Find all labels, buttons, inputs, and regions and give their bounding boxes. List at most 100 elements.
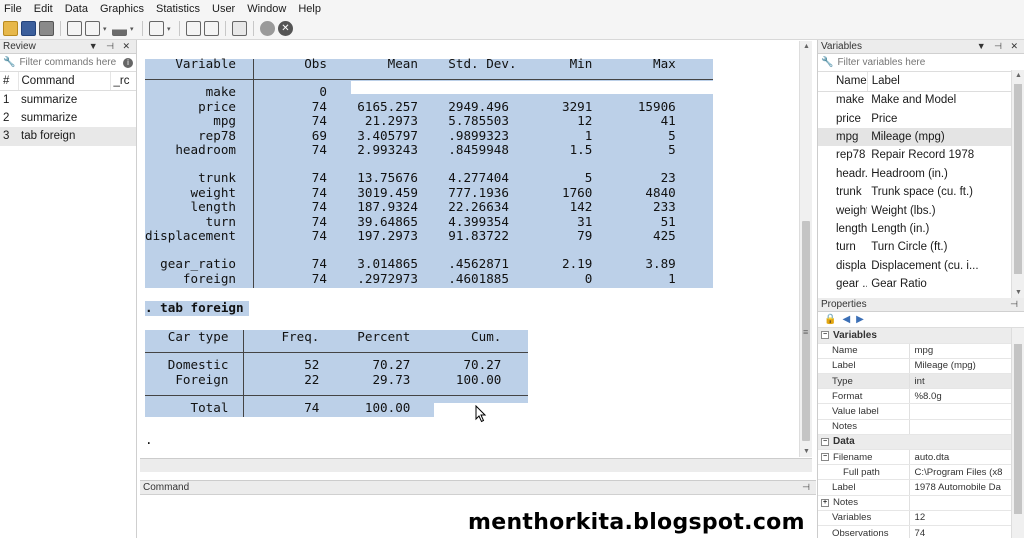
property-row[interactable]: Type int (818, 373, 1011, 390)
forward-arrow-icon[interactable]: ▶ (856, 314, 864, 325)
variable-label[interactable]: Repair Record 1978 (867, 146, 1011, 164)
menu-help[interactable]: Help (298, 3, 321, 15)
variable-label[interactable]: Weight (lbs.) (867, 201, 1011, 219)
property-row[interactable]: − Filename auto.dta (818, 449, 1011, 466)
property-row[interactable]: Label 1978 Automobile Da (818, 479, 1011, 496)
variables-scrollbar[interactable]: ▲ ▼ (1011, 70, 1024, 298)
collapse-icon[interactable]: − (821, 437, 829, 446)
section-data[interactable]: − Data (818, 434, 1011, 451)
save-icon[interactable] (21, 21, 36, 36)
col-header-rc[interactable]: _rc (110, 72, 136, 91)
variable-label[interactable]: Headroom (in.) (867, 165, 1011, 183)
property-row[interactable]: + Notes (818, 495, 1011, 511)
variable-label[interactable]: Turn Circle (ft.) (867, 238, 1011, 256)
chevron-down-icon[interactable]: ▾ (103, 25, 109, 33)
pin-icon[interactable]: ⊣ (802, 482, 813, 493)
property-value[interactable] (909, 495, 1011, 511)
review-row-command[interactable]: summarize (18, 90, 110, 109)
variable-name[interactable]: rep78 (818, 146, 867, 164)
log-icon[interactable] (67, 21, 82, 36)
scroll-down-icon[interactable]: ▼ (803, 448, 810, 455)
expand-icon[interactable]: + (821, 498, 829, 507)
col-header-label[interactable]: Label (866, 72, 1011, 92)
menu-statistics[interactable]: Statistics (156, 3, 200, 15)
property-row[interactable]: Label Mileage (mpg) (818, 358, 1011, 375)
menu-data[interactable]: Data (65, 3, 88, 15)
variable-label[interactable]: Length (in.) (867, 220, 1011, 238)
menu-graphics[interactable]: Graphics (100, 3, 144, 15)
panel-controls[interactable]: ▼ ⊣ ✕ (977, 41, 1021, 52)
review-filter-input[interactable] (19, 57, 119, 68)
variable-name[interactable]: weight (818, 201, 867, 219)
chevron-down-icon[interactable]: ▾ (130, 25, 136, 33)
variable-name[interactable]: turn (818, 238, 867, 256)
section-variables[interactable]: − Variables (818, 328, 1011, 344)
open-folder-icon[interactable] (3, 21, 18, 36)
scroll-up-icon[interactable]: ▲ (1015, 72, 1022, 79)
break-icon[interactable]: ✕ (278, 21, 293, 36)
print-icon[interactable] (39, 21, 54, 36)
property-value[interactable]: C:\Program Files (x8 (909, 464, 1011, 481)
variable-row[interactable]: gear ...Gear Ratio (818, 275, 1011, 293)
collapse-icon[interactable]: − (821, 331, 829, 340)
col-header-name[interactable]: Name (818, 72, 868, 92)
pin-icon[interactable]: ⊣ (1010, 299, 1021, 310)
results-horizontal-scrollbar[interactable] (140, 458, 812, 472)
viewer-icon[interactable] (85, 21, 100, 36)
variable-row[interactable]: displa...Displacement (cu. i... (818, 257, 1011, 275)
review-row[interactable]: 1 summarize (0, 90, 136, 109)
panel-controls[interactable]: ▼ ⊣ ✕ (89, 41, 133, 52)
scroll-up-icon[interactable]: ▲ (803, 43, 810, 50)
property-row[interactable]: Value label (818, 403, 1011, 420)
property-value[interactable]: auto.dta (909, 449, 1011, 466)
review-row[interactable]: 3 tab foreign (0, 127, 136, 146)
info-icon[interactable]: i (123, 57, 133, 68)
menu-file[interactable]: File (4, 3, 22, 15)
property-value[interactable]: mpg (909, 343, 1011, 359)
variables-manager-icon[interactable] (232, 21, 247, 36)
graph-icon[interactable] (112, 21, 127, 36)
results-vertical-scrollbar[interactable]: ▲ ≡ ▼ (799, 41, 812, 457)
review-row-command[interactable]: tab foreign (18, 127, 110, 146)
variable-name[interactable]: displa... (818, 257, 867, 275)
menu-window[interactable]: Window (247, 3, 286, 15)
menu-edit[interactable]: Edit (34, 3, 53, 15)
more-icon[interactable] (260, 21, 275, 36)
property-row[interactable]: Full path C:\Program Files (x8 (818, 464, 1011, 481)
col-header-num[interactable]: # (0, 72, 19, 91)
property-value[interactable]: 12 (909, 510, 1011, 526)
variables-filter-input[interactable] (837, 57, 1021, 68)
scroll-thumb[interactable] (1014, 344, 1022, 514)
variable-label[interactable]: Mileage (mpg) (867, 127, 1011, 147)
variable-label[interactable]: Displacement (cu. i... (867, 257, 1011, 275)
property-value[interactable]: 74 (909, 525, 1011, 538)
chevron-down-icon[interactable]: ▾ (167, 25, 173, 33)
wrench-icon[interactable]: 🔧 (3, 57, 15, 68)
do-file-editor-icon[interactable] (149, 21, 164, 36)
variable-name[interactable]: make (818, 91, 867, 109)
collapse-icon[interactable]: − (821, 453, 829, 462)
wrench-icon[interactable]: 🔧 (821, 57, 833, 68)
property-value[interactable]: %8.0g (909, 388, 1011, 405)
variable-name[interactable]: mpg (818, 127, 868, 147)
variable-label[interactable]: Gear Ratio (867, 275, 1011, 293)
property-value[interactable]: Mileage (mpg) (909, 358, 1011, 375)
property-row[interactable]: Variables 12 (818, 510, 1011, 526)
variable-row[interactable]: mpg Mileage (mpg) (818, 127, 1011, 147)
variable-row[interactable]: trunk Trunk space (cu. ft.) (818, 183, 1011, 201)
col-header-command[interactable]: Command (18, 72, 111, 91)
variable-name[interactable]: length (818, 220, 867, 238)
variable-name[interactable]: trunk (818, 183, 867, 201)
variable-row[interactable]: weight Weight (lbs.) (818, 201, 1011, 219)
property-value[interactable] (909, 419, 1011, 435)
review-row[interactable]: 2 summarize (0, 109, 136, 128)
variable-label[interactable]: Trunk space (cu. ft.) (867, 183, 1011, 201)
property-row[interactable]: Name mpg (818, 343, 1011, 359)
properties-scrollbar[interactable] (1011, 328, 1024, 538)
property-value[interactable] (909, 403, 1011, 420)
data-browser-icon[interactable] (204, 21, 219, 36)
variable-row[interactable]: rep78 Repair Record 1978 (818, 146, 1011, 164)
variable-name[interactable]: gear ... (818, 275, 867, 293)
variable-name[interactable]: price (818, 109, 867, 127)
variable-row[interactable]: price Price (818, 109, 1011, 127)
